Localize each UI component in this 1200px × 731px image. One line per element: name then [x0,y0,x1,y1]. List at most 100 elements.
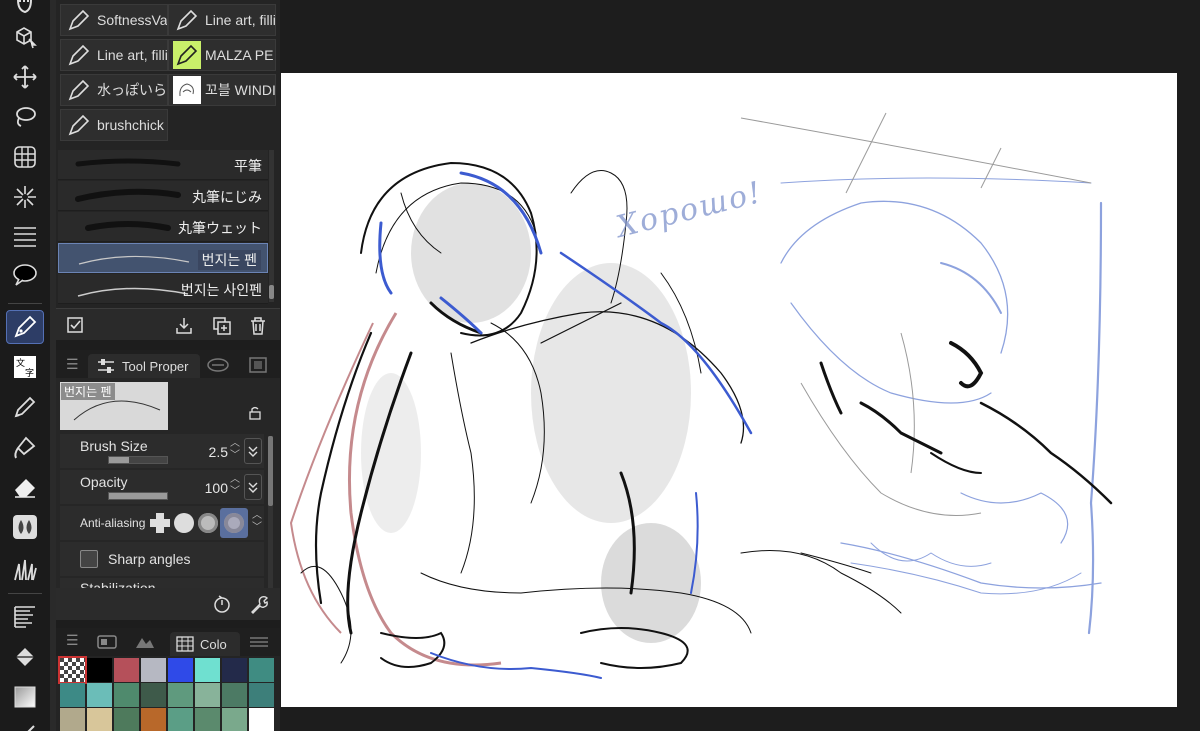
duplicate-icon[interactable] [212,316,232,336]
brush-label: 平筆 [234,158,262,174]
color-swatch[interactable] [249,683,274,707]
color-swatch[interactable] [87,708,112,731]
color-swatch[interactable] [60,683,85,707]
figure-tool-icon[interactable] [6,716,44,731]
color-swatch[interactable] [195,683,220,707]
color-swatch[interactable] [222,683,247,707]
subtool-cell[interactable]: 꼬블 WINDI [168,74,276,106]
reset-icon[interactable] [212,594,232,614]
anti-aliasing-none-option[interactable] [150,513,170,533]
color-swatch[interactable] [114,683,139,707]
color-swatch[interactable] [60,708,85,731]
lasso-selection-icon[interactable] [6,100,44,134]
move-icon[interactable] [6,60,44,94]
brush-list-scrollbar[interactable] [269,150,274,302]
drag-grip-icon[interactable]: ☰ [66,632,79,649]
tool-property-footer [56,588,280,620]
brush-size-stepper[interactable]: ︿ ﹀ [230,438,240,464]
anti-aliasing-weak-option[interactable] [174,513,194,533]
tab-color-set[interactable]: Colo [170,632,240,656]
anti-aliasing-medium-option[interactable] [198,513,218,533]
subtool-cell[interactable]: 水っぽいら [60,74,168,106]
brush-list-item-selected[interactable]: 번지는 펜 [58,243,268,273]
color-swatch[interactable] [249,708,274,731]
sub-view-icon[interactable] [206,356,230,374]
canvas-area[interactable]: Хорошо! [280,0,1200,731]
intermediate-color-tab-icon[interactable] [134,634,156,650]
pressure-toggle-button[interactable] [244,438,262,464]
opacity-pressure-toggle-button[interactable] [244,474,262,500]
trash-icon[interactable] [248,316,268,336]
anti-aliasing-stepper[interactable]: ︿ ﹀ [252,510,262,536]
checkbox-icon[interactable] [66,316,86,336]
subtool-cell[interactable]: SoftnessVa [60,4,168,36]
opacity-slider[interactable] [108,492,168,500]
brush-list-item[interactable]: 번지는 사인펜 [58,274,268,304]
color-history-tab-icon[interactable] [248,634,270,650]
color-swatch[interactable] [141,708,166,731]
pen-tool-icon[interactable] [6,310,44,344]
color-swatch[interactable] [141,683,166,707]
color-swatch[interactable] [222,708,247,731]
chevron-up-icon: ︿ [230,438,240,449]
brush-size-value[interactable]: 2.5 [209,444,228,460]
color-swatch[interactable] [249,658,274,682]
chevron-down-icon: ﹀ [252,522,262,533]
sharp-angles-checkbox[interactable] [80,550,98,568]
ruler-lines-icon[interactable] [6,218,44,252]
pen-nib-icon [65,6,93,34]
fill-bucket-icon[interactable] [6,640,44,674]
eraser-icon[interactable] [6,470,44,504]
chevron-down-icon: ﹀ [230,450,240,461]
color-swatch[interactable] [168,683,193,707]
opacity-value[interactable]: 100 [205,480,228,496]
color-swatch[interactable] [222,658,247,682]
transparent-swatch[interactable] [58,656,87,684]
brush-label: 丸筆にじみ [192,189,262,205]
tab-label: Tool Proper [122,358,189,374]
text-tool-icon[interactable]: 文字 [6,350,44,384]
gradient-lines-icon[interactable] [6,600,44,634]
speech-balloon-icon[interactable] [6,258,44,292]
color-swatch[interactable] [195,708,220,731]
blend-tool-icon[interactable] [6,510,44,544]
sketch-thumbnail-icon [173,76,201,104]
color-swatch[interactable] [114,708,139,731]
subtool-cell[interactable]: MALZA PE [168,39,276,71]
download-icon[interactable] [174,316,194,336]
decoration-tool-icon[interactable] [6,552,44,586]
subtool-cell[interactable]: Line art, filli [168,4,276,36]
brush-list-item[interactable]: 丸筆ウェット [58,212,268,242]
tab-tool-property[interactable]: Tool Proper [88,354,200,378]
brush-tool-icon[interactable] [6,430,44,464]
mesh-grid-icon[interactable] [6,140,44,174]
pencil-tool-icon[interactable] [6,390,44,424]
color-swatch[interactable] [114,658,139,682]
color-swatch[interactable] [168,708,193,731]
hand-icon[interactable] [6,0,44,20]
brush-list-item[interactable]: 平筆 [58,150,268,180]
drawing-canvas[interactable]: Хорошо! [281,73,1177,707]
navigator-icon[interactable] [246,356,270,374]
color-wheel-tab-icon[interactable] [96,634,118,650]
subtool-label: MALZA PE [205,47,274,63]
color-swatch[interactable] [87,658,112,682]
magic-wand-icon[interactable] [6,180,44,214]
lock-icon[interactable] [248,406,262,420]
3d-operation-icon[interactable] [6,20,44,54]
color-swatch[interactable] [87,683,112,707]
subtool-cell[interactable]: Line art, filli [60,39,168,71]
brush-size-slider[interactable] [108,456,168,464]
wrench-icon[interactable] [248,594,270,616]
stabilization-row: Stabilization [60,578,264,588]
gradient-tool-icon[interactable] [6,680,44,714]
tool-property-tabs: ☰ Tool Proper [56,350,280,378]
brush-list-item[interactable]: 丸筆にじみ [58,181,268,211]
opacity-stepper[interactable]: ︿ ﹀ [230,474,240,500]
color-swatch[interactable] [168,658,193,682]
color-swatch[interactable] [141,658,166,682]
subtool-cell[interactable]: brushchick [60,109,168,141]
color-swatch[interactable] [195,658,220,682]
drag-grip-icon[interactable]: ☰ [66,356,79,373]
pen-nib-icon [65,76,93,104]
